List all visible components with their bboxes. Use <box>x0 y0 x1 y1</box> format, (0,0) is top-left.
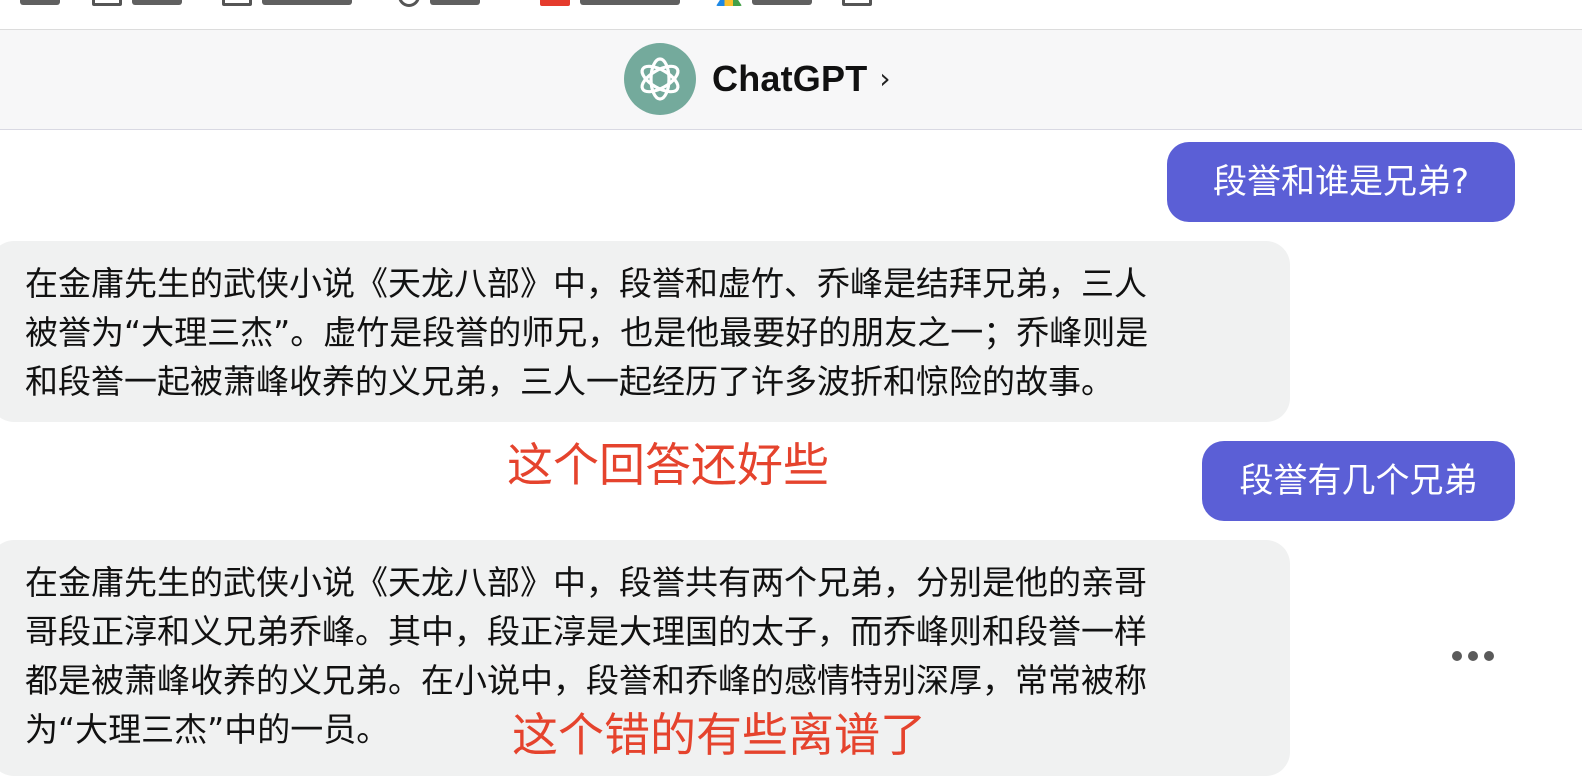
user-message-bubble: 段誉有几个兄弟 <box>1202 441 1515 521</box>
globe-icon <box>398 0 420 7</box>
page-icon <box>842 0 872 6</box>
user-message-bubble: 段誉和谁是兄弟? <box>1167 142 1515 222</box>
bookmark-item[interactable] <box>842 0 872 6</box>
page-icon <box>222 0 252 6</box>
bookmark-item[interactable] <box>716 0 812 6</box>
header-title: ChatGPT <box>712 58 868 99</box>
red-bookmark-icon <box>540 0 570 6</box>
annotation-text: 这个错的有些离谱了 <box>512 708 926 762</box>
bookmark-label <box>262 0 352 5</box>
bookmark-label <box>430 0 480 5</box>
annotation-text: 这个回答还好些 <box>507 438 829 492</box>
assistant-message-line: 在金庸先生的武侠小说《天龙八部》中，段誉共有两个兄弟，分别是他的亲哥 <box>25 563 1147 602</box>
openai-logo-icon <box>624 43 696 115</box>
assistant-message-bubble: 在金庸先生的武侠小说《天龙八部》中，段誉和虚竹、乔峰是结拜兄弟，三人 被誉为“大… <box>0 241 1290 422</box>
more-dots-icon <box>1452 651 1462 661</box>
chat-page: ChatGPT › 段誉和谁是兄弟? 在金庸先生的武侠小说《天龙八部》中，段誉和… <box>0 0 1582 782</box>
assistant-message-line: 被誉为“大理三杰”。虚竹是段誉的师兄，也是他最要好的朋友之一；乔峰则是 <box>25 313 1149 352</box>
bookmark-label <box>752 0 812 5</box>
user-message-text: 段誉和谁是兄弟? <box>1212 162 1470 202</box>
bookmark-item[interactable] <box>20 0 60 6</box>
chevron-right-icon: › <box>879 61 891 95</box>
user-message-text: 段誉有几个兄弟 <box>1239 461 1478 501</box>
bookmark-item[interactable] <box>398 0 480 7</box>
bookmarks-bar <box>0 0 1582 30</box>
bookmark-label <box>132 0 182 5</box>
assistant-message-line: 哥段正淳和义兄弟乔峰。其中，段正淳是大理国的太子，而乔峰则和段誉一样 <box>25 612 1147 651</box>
bookmark-label <box>20 0 60 5</box>
model-selector[interactable]: ChatGPT › <box>624 43 891 115</box>
openai-logo-mark <box>640 57 680 101</box>
page-icon <box>92 0 122 6</box>
bookmark-item[interactable] <box>222 0 352 6</box>
bookmark-label <box>580 0 680 5</box>
more-dots-icon <box>1468 651 1478 661</box>
chat-header: ChatGPT › <box>0 30 1582 130</box>
assistant-message-line: 都是被萧峰收养的义兄弟。在小说中，段誉和乔峰的感情特别深厚，常常被称 <box>25 661 1147 700</box>
more-options-button[interactable] <box>1448 636 1498 676</box>
bookmark-item[interactable] <box>92 0 182 6</box>
assistant-message-line: 和段誉一起被萧峰收养的义兄弟，三人一起经历了许多波折和惊险的故事。 <box>25 362 1114 401</box>
bookmark-item[interactable] <box>540 0 680 6</box>
more-dots-icon <box>1484 651 1494 661</box>
assistant-message-line: 在金庸先生的武侠小说《天龙八部》中，段誉和虚竹、乔峰是结拜兄弟，三人 <box>25 264 1147 303</box>
drive-icon <box>716 0 742 6</box>
